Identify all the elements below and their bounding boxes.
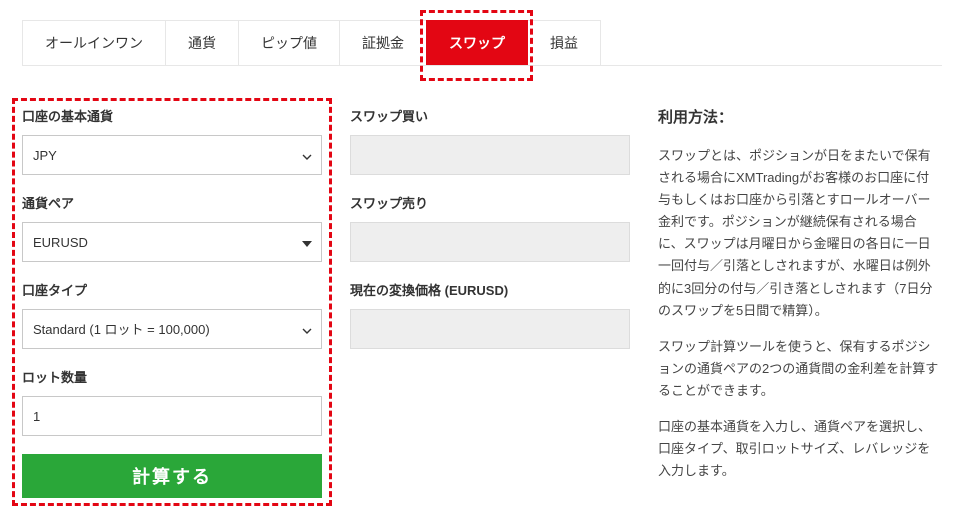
tab-currency[interactable]: 通貨	[165, 20, 239, 65]
howto-column: 利用方法： スワップとは、ポジションが日をまたいで保有される場合にXMTradi…	[658, 106, 942, 498]
howto-paragraph: 口座の基本通貨を入力し、通貨ペアを選択し、口座タイプ、取引ロットサイズ、レバレッ…	[658, 416, 942, 482]
label-base-currency: 口座の基本通貨	[22, 106, 322, 125]
tab-pip[interactable]: ピップ値	[238, 20, 340, 65]
label-pair: 通貨ペア	[22, 193, 322, 212]
tabs: オールインワン 通貨 ピップ値 証拠金 スワップ 損益	[22, 20, 942, 66]
tab-pl[interactable]: 損益	[527, 20, 601, 65]
select-pair[interactable]: EURUSD	[22, 222, 322, 262]
input-lot[interactable]	[22, 396, 322, 436]
calculate-button[interactable]: 計算する	[22, 454, 322, 498]
select-base-currency[interactable]: JPY	[22, 135, 322, 175]
tab-all-in-one[interactable]: オールインワン	[22, 20, 166, 65]
label-account-type: 口座タイプ	[22, 280, 322, 299]
label-swap-sell: スワップ売り	[350, 193, 630, 212]
howto-paragraph: スワップとは、ポジションが日をまたいで保有される場合にXMTradingがお客様…	[658, 145, 942, 322]
output-conv-rate	[350, 309, 630, 349]
label-conv-rate: 現在の変換価格 (EURUSD)	[350, 280, 630, 299]
label-lot: ロット数量	[22, 367, 322, 386]
output-column: スワップ買い スワップ売り 現在の変換価格 (EURUSD)	[350, 106, 630, 498]
tab-swap[interactable]: スワップ	[426, 20, 528, 65]
label-swap-buy: スワップ買い	[350, 106, 630, 125]
howto-title: 利用方法：	[658, 106, 942, 127]
tab-margin[interactable]: 証拠金	[339, 20, 427, 65]
select-account-type[interactable]: Standard (1 ロット = 100,000)	[22, 309, 322, 349]
output-swap-buy	[350, 135, 630, 175]
output-swap-sell	[350, 222, 630, 262]
form-left: 口座の基本通貨 JPY 通貨ペア EURUSD	[22, 106, 322, 498]
howto-paragraph: スワップ計算ツールを使うと、保有するポジションの通貨ペアの2つの通貨間の金利差を…	[658, 336, 942, 402]
